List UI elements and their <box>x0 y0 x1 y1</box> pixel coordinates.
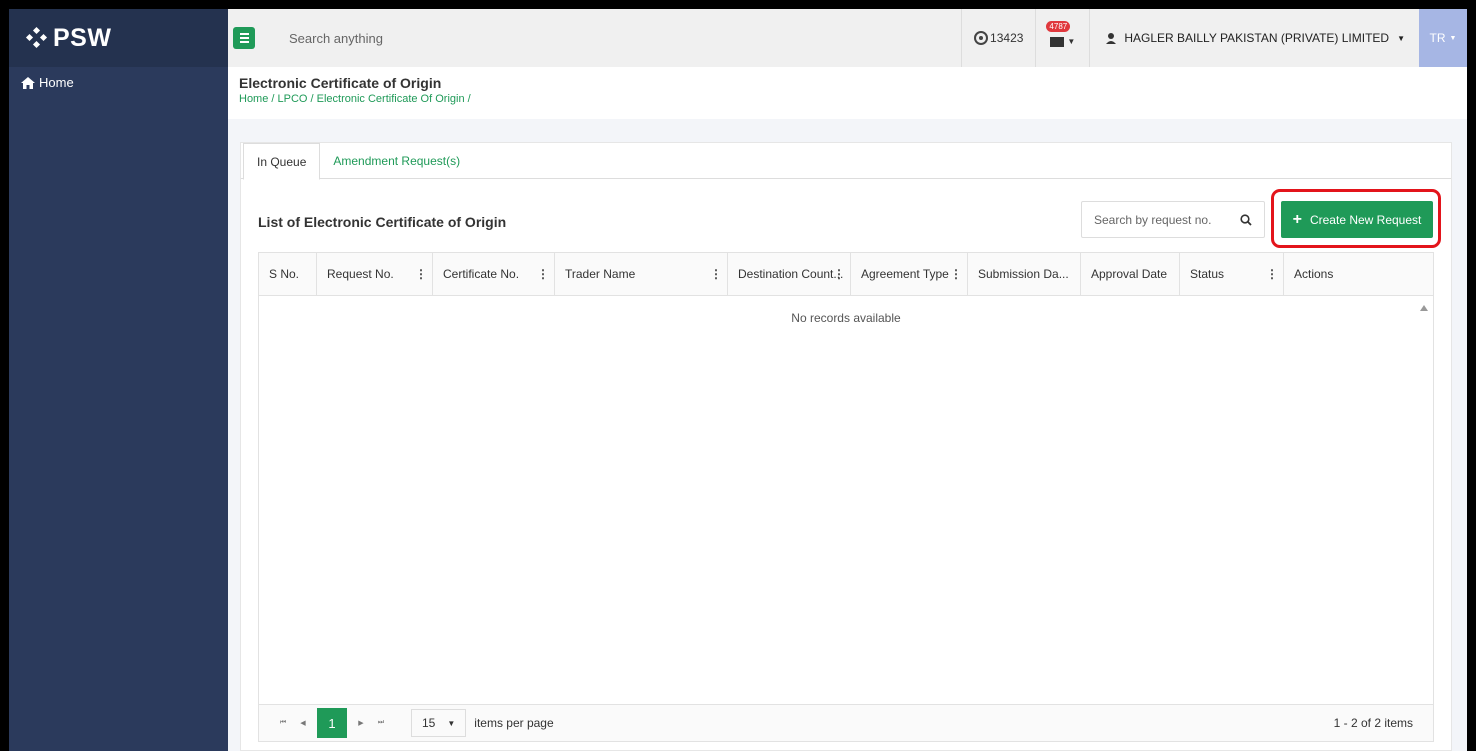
user-menu[interactable]: HAGLER BAILLY PAKISTAN (PRIVATE) LIMITED… <box>1089 9 1419 67</box>
counter-widget[interactable]: 13423 <box>961 9 1035 67</box>
user-initials-menu[interactable]: TR ▼ <box>1419 9 1467 67</box>
home-icon <box>21 76 35 89</box>
page-size-value: 15 <box>422 716 436 730</box>
list-title: List of Electronic Certificate of Origin <box>258 214 507 230</box>
column-header[interactable]: Submission Da... <box>968 253 1081 295</box>
column-menu-icon[interactable]: ⋮ <box>415 267 427 281</box>
grid-header: S No. Request No. ⋮ Certificate No. ⋮ Trad… <box>259 253 1433 296</box>
column-header[interactable]: Trader Name ⋮ <box>555 253 728 295</box>
page-size-select[interactable]: 15 ▼ <box>411 709 467 737</box>
request-search-placeholder: Search by request no. <box>1094 212 1212 227</box>
menu-toggle-button[interactable] <box>233 27 255 49</box>
counter-value: 13423 <box>990 31 1024 45</box>
psw-logo-icon <box>25 26 48 49</box>
column-header[interactable]: Actions <box>1284 253 1433 295</box>
brand-name: PSW <box>53 23 112 52</box>
last-page-icon[interactable]: ⏭ <box>371 719 391 727</box>
user-name: HAGLER BAILLY PAKISTAN (PRIVATE) LIMITED <box>1124 31 1390 45</box>
chevron-down-icon: ▼ <box>1397 33 1405 43</box>
chevron-down-icon: ▼ <box>1449 34 1457 42</box>
breadcrumb[interactable]: Home / LPCO / Electronic Certificate Of … <box>239 93 1456 105</box>
column-header[interactable]: Approval Date <box>1081 253 1180 295</box>
column-header[interactable]: Destination Count... ⋮ <box>728 253 851 295</box>
user-icon <box>1106 32 1117 44</box>
previous-page-icon[interactable]: ◀ <box>293 719 313 727</box>
pager: ⏮ ◀ 1 ▶ ⏭ 15 ▼ items per page 1 - 2 of 2… <box>259 704 1433 741</box>
logo[interactable]: PSW <box>9 9 228 67</box>
page-size-label: items per page <box>474 716 554 730</box>
top-bar: Search anything 13423 4787 ▼ HAGLER BAIL… <box>228 9 1467 67</box>
column-menu-icon[interactable]: ⋮ <box>710 267 722 281</box>
column-header[interactable]: Status ⋮ <box>1180 253 1284 295</box>
page-number-button[interactable]: 1 <box>317 708 347 738</box>
hamburger-icon <box>239 33 249 35</box>
column-menu-icon[interactable]: ⋮ <box>537 267 549 281</box>
column-header[interactable]: S No. <box>259 253 317 295</box>
app-frame: PSW Home Search anything 13423 4787 ▼ HA… <box>9 9 1467 751</box>
request-search-input[interactable]: Search by request no. <box>1081 201 1265 238</box>
chevron-down-icon: ▼ <box>1067 36 1076 46</box>
requests-grid: S No. Request No. ⋮ Certificate No. ⋮ Trad… <box>258 252 1434 742</box>
column-menu-icon[interactable]: ⋮ <box>950 267 962 281</box>
scroll-up-icon[interactable] <box>1420 305 1428 311</box>
global-search-input[interactable]: Search anything <box>289 31 961 46</box>
mail-button[interactable]: 4787 ▼ <box>1035 9 1089 67</box>
first-page-icon[interactable]: ⏮ <box>273 719 293 727</box>
items-count: 1 - 2 of 2 items <box>1333 716 1413 730</box>
highlight-annotation <box>1271 189 1441 248</box>
user-initials: TR <box>1429 31 1446 45</box>
tab-bar: In Queue Amendment Request(s) <box>241 143 1451 180</box>
empty-state: No records available <box>791 311 901 325</box>
column-menu-icon[interactable]: ⋮ <box>1266 267 1278 281</box>
content-card: In Queue Amendment Request(s) List of El… <box>240 142 1452 751</box>
chevron-down-icon: ▼ <box>447 718 456 728</box>
tab-amendment-requests[interactable]: Amendment Request(s) <box>320 143 473 178</box>
mail-badge: 4787 <box>1046 21 1071 32</box>
sidebar-item-label: Home <box>39 75 74 90</box>
column-header[interactable]: Agreement Type ⋮ <box>851 253 968 295</box>
column-header[interactable]: Certificate No. ⋮ <box>433 253 555 295</box>
column-menu-icon[interactable]: ⋮ <box>833 267 845 281</box>
page-title: Electronic Certificate of Origin <box>239 75 442 91</box>
sidebar-item-home[interactable]: Home <box>9 67 228 98</box>
search-icon[interactable] <box>1240 213 1252 226</box>
sidebar: PSW Home <box>9 9 228 751</box>
column-header[interactable]: Request No. ⋮ <box>317 253 433 295</box>
page-header: Electronic Certificate of Origin Home / … <box>228 67 1467 119</box>
token-icon <box>974 31 989 45</box>
envelope-icon <box>1050 37 1065 47</box>
tab-in-queue[interactable]: In Queue <box>243 143 321 180</box>
next-page-icon[interactable]: ▶ <box>351 719 371 727</box>
